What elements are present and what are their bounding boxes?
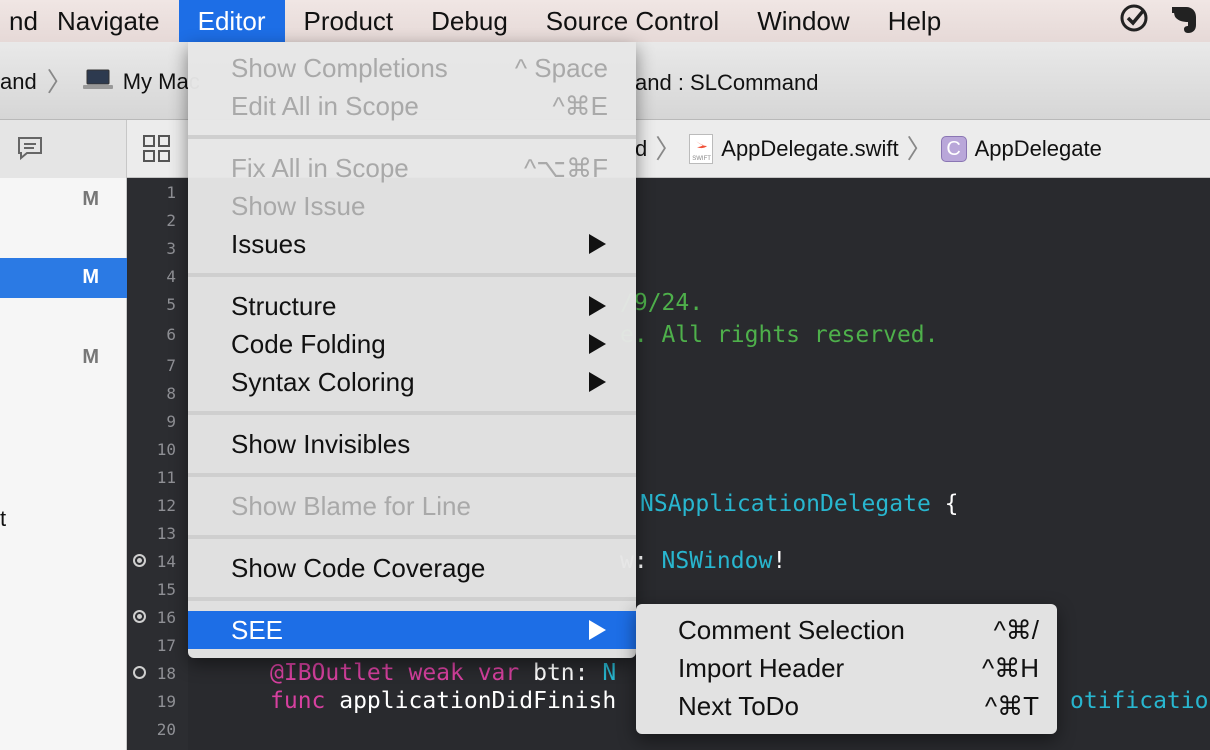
menu-separator (188, 135, 636, 139)
navigator-row[interactable]: M (0, 258, 127, 298)
line-number: 6 (166, 325, 176, 344)
modified-badge: M (82, 346, 99, 368)
navigator-row[interactable]: M (0, 338, 127, 378)
code-line-14: w: NSWindow! (620, 548, 787, 574)
line-number: 19 (156, 692, 176, 711)
menu-item-see[interactable]: SEE (188, 611, 636, 649)
see-submenu: Comment Selection ^⌘/ Import Header ^⌘H … (636, 604, 1057, 734)
menu-separator (188, 273, 636, 277)
breakpoint-indicator[interactable] (133, 666, 146, 679)
breadcrumb-group[interactable]: d (635, 136, 647, 162)
menu-item-syntax-coloring[interactable]: Syntax Coloring (188, 363, 636, 401)
chevron-right-icon: 〉 (906, 134, 933, 164)
menu-item-next-todo[interactable]: Next ToDo ^⌘T (636, 687, 1057, 725)
line-number: 17 (156, 636, 176, 655)
code-line-19: func applicationDidFinish (270, 688, 617, 714)
menu-item-show-invisibles[interactable]: Show Invisibles (188, 425, 636, 463)
checkmark-circle-icon[interactable] (1118, 2, 1150, 41)
menu-separator (188, 535, 636, 539)
project-navigator: M M M t (0, 178, 127, 750)
line-number: 11 (156, 468, 176, 487)
menu-item-show-blame-for-line[interactable]: Show Blame for Line (188, 487, 636, 525)
line-number: 1 (166, 183, 176, 202)
menu-help[interactable]: Help (869, 0, 960, 42)
class-symbol-icon: C (940, 136, 967, 162)
related-items-grid-icon[interactable] (142, 134, 172, 170)
shortcut: ^⌘E (552, 91, 608, 121)
submenu-arrow-icon (589, 334, 606, 354)
shortcut: ^⌥⌘F (523, 153, 608, 183)
line-number-gutter: 1 2 3 4 5 6 7 8 9 10 11 12 13 14 15 16 1… (128, 178, 188, 750)
menu-item-show-issue[interactable]: Show Issue (188, 187, 636, 225)
chevron-right-icon: 〉 (655, 134, 682, 164)
code-line-19-tail: otificatio (1070, 688, 1209, 714)
menu-item-edit-all-in-scope[interactable]: Edit All in Scope ^⌘E (188, 87, 636, 125)
line-number: 13 (156, 524, 176, 543)
menu-item-structure[interactable]: Structure (188, 287, 636, 325)
menu-product[interactable]: Product (285, 0, 413, 42)
breadcrumb: d 〉 SWIFT AppDelegate.swift 〉 C AppDeleg… (635, 134, 1102, 164)
breakpoint-indicator[interactable] (133, 554, 146, 567)
menu-debug[interactable]: Debug (412, 0, 527, 42)
shortcut: ^⌘H (982, 653, 1039, 683)
menu-item-comment-selection[interactable]: Comment Selection ^⌘/ (636, 611, 1057, 649)
modified-badge: M (82, 266, 99, 288)
evernote-elephant-icon[interactable] (1170, 1, 1200, 42)
line-number: 7 (166, 356, 176, 375)
laptop-icon (82, 68, 113, 96)
activity-status: and : SLCommand (635, 70, 819, 95)
line-number: 20 (156, 720, 176, 739)
submenu-arrow-icon (589, 296, 606, 316)
line-number: 15 (156, 580, 176, 599)
shortcut: ^⌘T (984, 691, 1039, 721)
code-line-12: NSApplicationDelegate { (640, 491, 959, 517)
breadcrumb-file[interactable]: AppDelegate.swift (721, 136, 898, 162)
navigator-partial-text: t (0, 506, 7, 531)
menu-item-fix-all-in-scope[interactable]: Fix All in Scope ^⌥⌘F (188, 149, 636, 187)
editor-menu: Show Completions ^ Space Edit All in Sco… (188, 42, 636, 658)
line-number: 3 (166, 239, 176, 258)
menu-separator (188, 473, 636, 477)
menu-item-show-code-coverage[interactable]: Show Code Coverage (188, 549, 636, 587)
line-number: 4 (166, 267, 176, 286)
code-line-6: e. All rights reserved. (620, 322, 939, 348)
code-line-18: @IBOutlet weak var btn: N (270, 660, 617, 686)
menu-item-code-folding[interactable]: Code Folding (188, 325, 636, 363)
line-number: 16 (156, 608, 176, 627)
navigator-row[interactable]: M (0, 180, 127, 220)
menu-navigate[interactable]: Navigate (38, 0, 179, 42)
shortcut: ^⌘/ (993, 615, 1039, 645)
menu-item-show-completions[interactable]: Show Completions ^ Space (188, 49, 636, 87)
menu-item-issues[interactable]: Issues (188, 225, 636, 263)
scheme-selector[interactable]: and 〉 My Mac (0, 68, 200, 96)
breakpoint-indicator[interactable] (133, 610, 146, 623)
submenu-arrow-icon (589, 372, 606, 392)
line-number: 8 (166, 384, 176, 403)
submenu-arrow-icon (589, 620, 606, 640)
shortcut: ^ Space (514, 53, 608, 83)
line-number: 10 (156, 440, 176, 459)
menu-separator (188, 411, 636, 415)
chevron-right-icon: 〉 (46, 67, 73, 97)
line-number: 14 (156, 552, 176, 571)
menu-editor[interactable]: Editor (178, 0, 285, 42)
line-number: 12 (156, 496, 176, 515)
line-number: 2 (166, 211, 176, 230)
navigator-header (0, 120, 127, 178)
breadcrumb-symbol[interactable]: AppDelegate (975, 136, 1102, 162)
line-number: 18 (156, 664, 176, 683)
menu-window[interactable]: Window (738, 0, 868, 42)
menu-item-import-header[interactable]: Import Header ^⌘H (636, 649, 1057, 687)
comment-bubble-icon[interactable] (16, 135, 44, 167)
line-number: 5 (166, 295, 176, 314)
submenu-arrow-icon (589, 234, 606, 254)
menu-bar: nd Navigate Editor Product Debug Source … (0, 0, 1210, 42)
modified-badge: M (82, 188, 99, 210)
scheme-name: and (0, 69, 37, 94)
line-number: 9 (166, 412, 176, 431)
menu-source-control[interactable]: Source Control (527, 0, 738, 42)
swift-file-icon: SWIFT (689, 134, 714, 164)
menu-separator (188, 597, 636, 601)
